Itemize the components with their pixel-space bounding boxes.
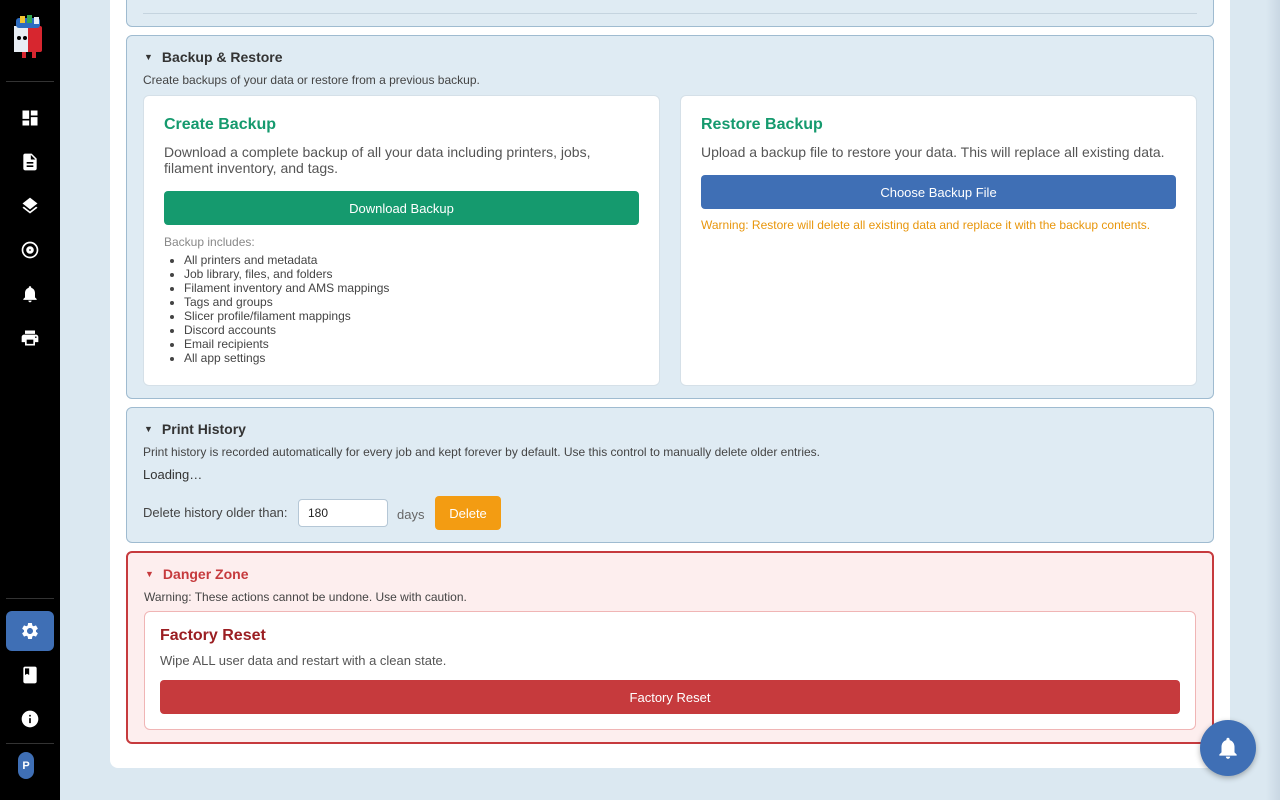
section-description: Create backups of your data or restore f… [143,73,480,87]
download-backup-button[interactable]: Download Backup [164,191,639,225]
create-backup-card: Create Backup Download a complete backup… [143,95,660,386]
days-input[interactable]: 180 [298,499,388,527]
sidebar: P [0,0,60,800]
factory-reset-button[interactable]: Factory Reset [160,680,1180,714]
printer-icon [21,330,39,346]
backup-restore-section: ▼ Backup & Restore Create backups of you… [126,35,1214,399]
card-title: Restore Backup [701,116,823,133]
sidebar-item-notifications[interactable] [6,274,54,314]
previous-section [126,0,1214,27]
history-status: Loading… [143,467,203,482]
bell-icon [1219,737,1237,759]
sidebar-item-dashboard[interactable] [6,98,54,138]
section-description: Print history is recorded automatically … [143,445,820,459]
delete-history-label: Delete history older than: [143,505,288,520]
book-icon [23,666,37,684]
notifications-fab[interactable] [1200,720,1256,776]
days-unit-label: days [397,507,425,522]
section-title: Backup & Restore [161,49,283,65]
avatar[interactable]: P [18,752,34,779]
gear-icon [22,623,38,639]
info-icon [21,710,39,728]
sidebar-item-printers[interactable] [6,318,54,358]
history-section-header[interactable]: ▼ Print History [144,421,246,437]
section-divider [143,13,1197,14]
caret-down-icon: ▼ [144,52,153,62]
section-title: Print History [161,421,246,437]
section-description: Warning: These actions cannot be undone.… [144,590,467,604]
list-item: Slicer profile/filament mappings [184,309,389,323]
print-history-section: ▼ Print History Print history is recorde… [126,407,1214,543]
danger-zone-section: ▼ Danger Zone Warning: These actions can… [126,551,1214,744]
caret-down-icon: ▼ [144,424,153,434]
card-title: Create Backup [164,116,277,133]
restore-backup-card: Restore Backup Upload a backup file to r… [680,95,1197,386]
card-description: Download a complete backup of all your d… [164,144,591,176]
sidebar-item-settings[interactable] [6,611,54,651]
document-icon [23,153,37,171]
sidebar-item-jobs[interactable] [6,142,54,182]
factory-reset-card: Factory Reset Wipe ALL user data and res… [144,611,1196,730]
list-item: Tags and groups [184,295,389,309]
bell-icon [23,286,37,303]
dashboard-icon [22,110,38,126]
list-item: Discord accounts [184,323,389,337]
list-item: Job library, files, and folders [184,267,389,281]
sidebar-divider [6,598,54,599]
card-description: Upload a backup file to restore your dat… [701,144,1165,160]
list-item: All printers and metadata [184,253,389,267]
includes-label: Backup includes: [164,235,255,249]
app-logo[interactable] [10,14,50,60]
layers-icon [22,197,38,214]
sidebar-divider [6,743,54,744]
filament-spool-icon [21,241,39,259]
caret-down-icon: ▼ [145,569,154,579]
card-title: Factory Reset [160,627,266,644]
scrollbar[interactable] [1266,0,1280,800]
card-description: Wipe ALL user data and restart with a cl… [160,653,447,668]
includes-list: All printers and metadata Job library, f… [184,253,389,365]
choose-backup-file-button[interactable]: Choose Backup File [701,175,1176,209]
sidebar-item-docs[interactable] [6,655,54,695]
list-item: Filament inventory and AMS mappings [184,281,389,295]
delete-history-button[interactable]: Delete [435,496,501,530]
sidebar-item-library[interactable] [6,186,54,226]
sidebar-divider [6,81,54,82]
danger-section-header[interactable]: ▼ Danger Zone [145,566,249,582]
sidebar-item-about[interactable] [6,699,54,739]
sidebar-item-filament[interactable] [6,230,54,270]
backup-section-header[interactable]: ▼ Backup & Restore [144,49,283,65]
section-title: Danger Zone [162,566,249,582]
restore-warning: Warning: Restore will delete all existin… [701,218,1151,232]
list-item: All app settings [184,351,389,365]
list-item: Email recipients [184,337,389,351]
